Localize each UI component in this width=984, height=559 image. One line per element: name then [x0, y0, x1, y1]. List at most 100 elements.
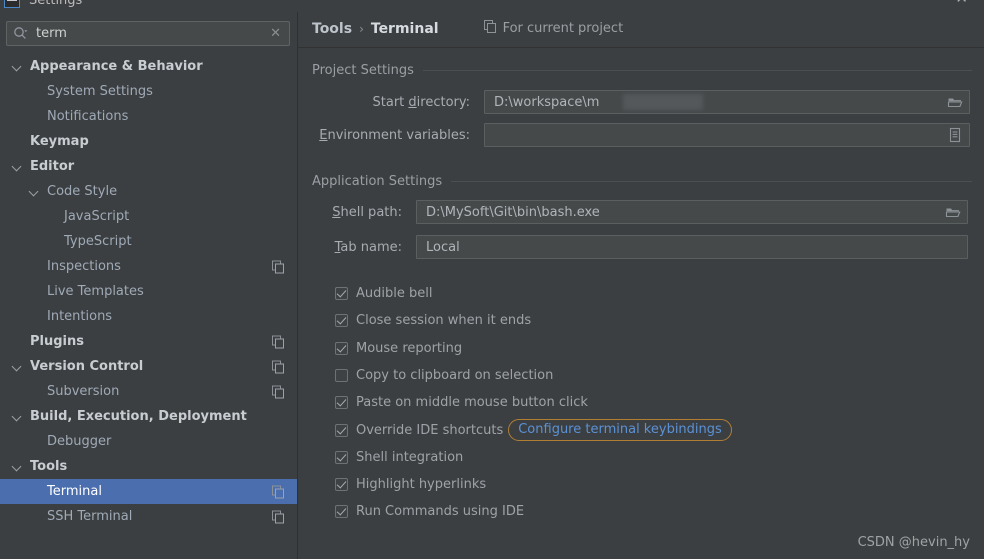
sidebar-item-inspections[interactable]: Inspections: [0, 254, 297, 279]
checkbox-label: Mouse reporting: [356, 340, 463, 356]
sidebar-item-javascript[interactable]: JavaScript: [0, 204, 297, 229]
sidebar-item-label: Subversion: [47, 384, 120, 399]
sidebar-item-label: Live Templates: [47, 284, 144, 299]
sidebar-item-notifications[interactable]: Notifications: [0, 104, 297, 129]
sidebar-item-ssh-terminal[interactable]: SSH Terminal: [0, 504, 297, 529]
checkbox-label: Close session when it ends: [356, 312, 532, 328]
checkbox-row-copy-to-clipboard-on-selection[interactable]: Copy to clipboard on selection: [335, 366, 553, 384]
chevron-down-icon[interactable]: [12, 461, 24, 473]
sidebar-item-code-style[interactable]: Code Style: [0, 179, 297, 204]
breadcrumb: Tools › Terminal For current project: [312, 20, 623, 37]
sidebar-item-system-settings[interactable]: System Settings: [0, 79, 297, 104]
clear-search-icon[interactable]: ✕: [270, 27, 281, 40]
checkbox-icon[interactable]: [335, 423, 348, 437]
sidebar-item-build-execution-deployment[interactable]: Build, Execution, Deployment: [0, 404, 297, 429]
checkbox-row-highlight-hyperlinks[interactable]: Highlight hyperlinks: [335, 475, 486, 493]
breadcrumb-separator-icon: ›: [359, 21, 364, 36]
chevron-down-icon[interactable]: [12, 61, 24, 73]
checkbox-label: Copy to clipboard on selection: [356, 367, 554, 383]
checkbox-label: Run Commands using IDE: [356, 503, 525, 519]
settings-dialog: Settings ✕ ✕ Appearance & Behavior System…: [0, 0, 984, 559]
search-input[interactable]: [36, 26, 271, 41]
sidebar-item-debugger[interactable]: Debugger: [0, 429, 297, 454]
sidebar-item-label: JavaScript: [64, 209, 130, 224]
settings-search[interactable]: ✕: [6, 21, 290, 46]
checkbox-row-shell-integration[interactable]: Shell integration: [335, 448, 463, 466]
sidebar-item-label: System Settings: [47, 84, 153, 99]
list-icon[interactable]: [947, 127, 963, 143]
tab-name-input[interactable]: Local: [416, 235, 968, 259]
copy-settings-icon: [272, 260, 285, 273]
chevron-down-icon[interactable]: [12, 361, 24, 373]
start-directory-input[interactable]: D:\workspace\m: [484, 90, 970, 114]
sidebar-item-typescript[interactable]: TypeScript: [0, 229, 297, 254]
sidebar-item-terminal[interactable]: Terminal: [0, 479, 297, 504]
breadcrumb-leaf: Terminal: [370, 20, 439, 37]
shell-path-input[interactable]: D:\MySoft\Git\bin\bash.exe: [416, 200, 968, 224]
environment-variables-input[interactable]: [484, 123, 970, 147]
checkbox-icon[interactable]: [335, 286, 348, 300]
shell-path-row: Shell path: D:\MySoft\Git\bin\bash.exe: [312, 200, 972, 224]
sidebar-item-appearance-behavior[interactable]: Appearance & Behavior: [0, 54, 297, 79]
sidebar-item-subversion[interactable]: Subversion: [0, 379, 297, 404]
sidebar-item-label: SSH Terminal: [47, 509, 133, 524]
window-title: Settings: [29, 0, 83, 8]
sidebar-item-intentions[interactable]: Intentions: [0, 304, 297, 329]
tab-name-row: Tab name: Local: [312, 235, 972, 259]
checkbox-icon[interactable]: [335, 313, 348, 327]
checkbox-row-run-commands-using-ide[interactable]: Run Commands using IDE: [335, 502, 524, 520]
sidebar-item-label: TypeScript: [64, 234, 132, 249]
sidebar-item-editor[interactable]: Editor: [0, 154, 297, 179]
configure-terminal-keybindings-link[interactable]: Configure terminal keybindings: [508, 419, 732, 441]
checkbox-row-mouse-reporting[interactable]: Mouse reporting: [335, 339, 462, 357]
close-icon[interactable]: ✕: [955, 0, 968, 6]
sidebar-item-label: Debugger: [47, 434, 112, 449]
application-settings-section-header: Application Settings: [312, 174, 972, 189]
sidebar-item-label: Editor: [30, 159, 75, 174]
checkbox-label: Audible bell: [356, 285, 433, 301]
checkbox-label: Shell integration: [356, 449, 464, 465]
tab-name-label: Tab name:: [334, 239, 402, 255]
checkbox-icon[interactable]: [335, 368, 348, 382]
folder-icon[interactable]: [945, 204, 961, 220]
sidebar-item-label: Terminal: [47, 484, 102, 499]
shell-path-value: D:\MySoft\Git\bin\bash.exe: [426, 204, 600, 220]
environment-variables-row: Environment variables:: [312, 123, 972, 147]
checkbox-row-override-ide-shortcuts[interactable]: Override IDE shortcuts Configure terminal…: [335, 419, 732, 441]
breadcrumb-root[interactable]: Tools: [312, 21, 352, 37]
search-icon: [13, 26, 28, 41]
sidebar-item-label: Build, Execution, Deployment: [30, 409, 247, 424]
checkbox-row-paste-on-middle-mouse-button-click[interactable]: Paste on middle mouse button click: [335, 393, 588, 411]
shell-path-label: Shell path:: [332, 204, 402, 220]
checkbox-icon[interactable]: [335, 341, 348, 355]
start-directory-label: Start directory:: [372, 94, 471, 110]
checkbox-icon[interactable]: [335, 450, 348, 464]
folder-icon[interactable]: [947, 94, 963, 110]
sidebar-item-live-templates[interactable]: Live Templates: [0, 279, 297, 304]
checkbox-icon[interactable]: [335, 395, 348, 409]
sidebar-item-keymap[interactable]: Keymap: [0, 129, 297, 154]
scope-indicator[interactable]: For current project: [483, 20, 623, 37]
window-titlebar: Settings ✕: [0, 0, 984, 12]
start-directory-row: Start directory: D:\workspace\m: [312, 90, 972, 114]
chevron-down-icon[interactable]: [12, 161, 24, 173]
chevron-down-icon[interactable]: [29, 186, 41, 198]
checkbox-icon[interactable]: [335, 477, 348, 491]
settings-sidebar: ✕ Appearance & Behavior System Settings No…: [0, 12, 298, 559]
sidebar-item-plugins[interactable]: Plugins: [0, 329, 297, 354]
checkbox-row-audible-bell[interactable]: Audible bell: [335, 284, 432, 302]
sidebar-item-tools[interactable]: Tools: [0, 454, 297, 479]
checkbox-row-close-session-when-it-ends[interactable]: Close session when it ends: [335, 311, 531, 329]
chevron-down-icon[interactable]: [12, 411, 24, 423]
sidebar-item-version-control[interactable]: Version Control: [0, 354, 297, 379]
sidebar-item-label: Code Style: [47, 184, 118, 199]
copy-settings-icon: [272, 335, 285, 348]
checkbox-icon[interactable]: [335, 504, 348, 518]
